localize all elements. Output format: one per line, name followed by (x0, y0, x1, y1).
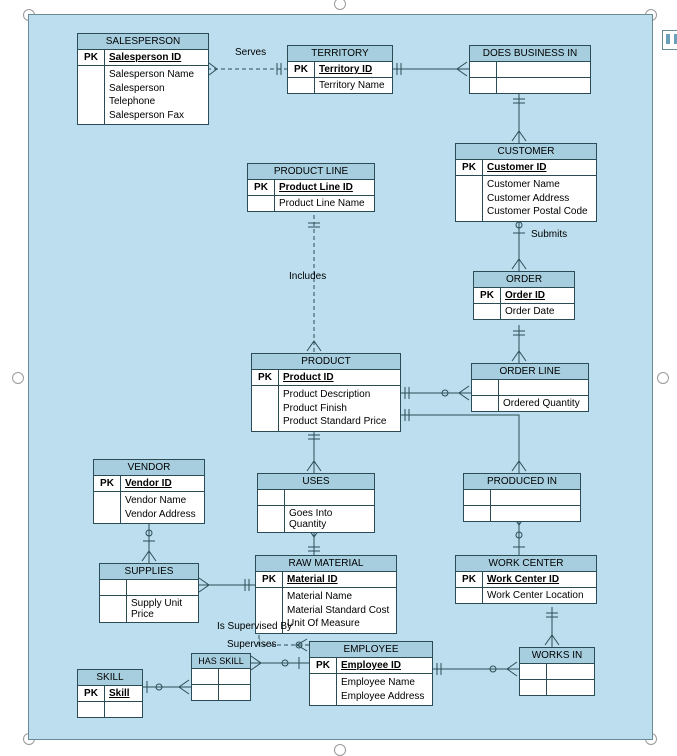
entity-title: USES (258, 474, 374, 490)
entity-title: SUPPLIES (100, 564, 198, 580)
entity-uses[interactable]: USES Goes Into Quantity (257, 473, 375, 533)
entity-title: WORKS IN (520, 648, 594, 664)
pk-attr: Work Center ID (483, 572, 596, 588)
attr: Territory Name (315, 78, 392, 93)
entity-product[interactable]: PRODUCT PKProduct ID Product Description… (251, 353, 401, 432)
entity-does-business-in[interactable]: DOES BUSINESS IN (469, 45, 591, 94)
attr: Ordered Quantity (499, 396, 588, 411)
rel-label-submits: Submits (531, 229, 567, 240)
pk-label: PK (456, 160, 483, 176)
attr-list: Salesperson NameSalesperson TelephoneSal… (105, 66, 208, 124)
entity-employee[interactable]: EMPLOYEE PKEmployee ID Employee NameEmpl… (309, 641, 433, 706)
entity-title: CUSTOMER (456, 144, 596, 160)
entity-title: TERRITORY (288, 46, 392, 62)
pk-label: PK (248, 180, 275, 196)
attr: Supply Unit Price (127, 596, 198, 622)
entity-product-line[interactable]: PRODUCT LINE PKProduct Line ID Product L… (247, 163, 375, 212)
pk-label: PK (288, 62, 315, 78)
attr: Order Date (501, 304, 574, 319)
entity-order-line[interactable]: ORDER LINE Ordered Quantity (471, 363, 589, 412)
entity-title: ORDER LINE (472, 364, 588, 380)
entity-works-in[interactable]: WORKS IN (519, 647, 595, 696)
rel-label-serves: Serves (235, 47, 266, 58)
attr: Goes Into Quantity (285, 506, 374, 532)
attr-list: Material NameMaterial Standard CostUnit … (283, 588, 396, 633)
pk-label: PK (310, 658, 337, 674)
entity-title: RAW MATERIAL (256, 556, 396, 572)
rel-label-is-supervised-by: Is Supervised By (217, 621, 292, 632)
pk-label: PK (256, 572, 283, 588)
pk-attr: Salesperson ID (105, 50, 208, 66)
entity-title: EMPLOYEE (310, 642, 432, 658)
entity-title: WORK CENTER (456, 556, 596, 572)
entity-title: SALESPERSON (78, 34, 208, 50)
entity-title: PRODUCT LINE (248, 164, 374, 180)
side-panel-icon[interactable] (662, 30, 677, 50)
entity-title: VENDOR (94, 460, 204, 476)
rel-label-includes: Includes (289, 271, 326, 282)
diagram-canvas: SALESPERSON PKSalesperson ID Salesperson… (0, 0, 677, 752)
entity-vendor[interactable]: VENDOR PKVendor ID Vendor NameVendor Add… (93, 459, 205, 524)
pk-attr: Product ID (279, 370, 400, 386)
entity-salesperson[interactable]: SALESPERSON PKSalesperson ID Salesperson… (77, 33, 209, 125)
entity-skill[interactable]: SKILL PKSkill (77, 669, 143, 718)
entity-work-center[interactable]: WORK CENTER PKWork Center ID Work Center… (455, 555, 597, 604)
pk-attr: Territory ID (315, 62, 392, 78)
entity-customer[interactable]: CUSTOMER PKCustomer ID Customer NameCust… (455, 143, 597, 222)
pk-label: PK (252, 370, 279, 386)
pk-attr: Material ID (283, 572, 396, 588)
pk-label: PK (78, 686, 105, 702)
entity-supplies[interactable]: SUPPLIES Supply Unit Price (99, 563, 199, 623)
pk-attr: Customer ID (483, 160, 596, 176)
pk-label: PK (456, 572, 483, 588)
attr-list: Product DescriptionProduct FinishProduct… (279, 386, 400, 431)
attr-list: Customer NameCustomer AddressCustomer Po… (483, 176, 596, 221)
pk-attr: Order ID (501, 288, 574, 304)
entity-title: PRODUCT (252, 354, 400, 370)
selection-handle-icon (12, 372, 24, 384)
pk-label: PK (94, 476, 121, 492)
attr: Product Line Name (275, 196, 374, 211)
pk-attr: Vendor ID (121, 476, 204, 492)
entity-title: HAS SKILL (192, 654, 250, 669)
entity-produced-in[interactable]: PRODUCED IN (463, 473, 581, 522)
entity-title: DOES BUSINESS IN (470, 46, 590, 62)
attr: Work Center Location (483, 588, 596, 603)
entity-title: ORDER (474, 272, 574, 288)
attr-list: Employee NameEmployee Address (337, 674, 432, 705)
entity-territory[interactable]: TERRITORY PKTerritory ID Territory Name (287, 45, 393, 94)
pk-attr: Skill (105, 686, 142, 702)
entity-order[interactable]: ORDER PKOrder ID Order Date (473, 271, 575, 320)
pk-label: PK (474, 288, 501, 304)
entity-title: SKILL (78, 670, 142, 686)
attr-list: Vendor NameVendor Address (121, 492, 204, 523)
selection-handle-icon (334, 744, 346, 756)
entity-title: PRODUCED IN (464, 474, 580, 490)
selection-handle-icon (334, 0, 346, 10)
er-diagram: SALESPERSON PKSalesperson ID Salesperson… (28, 14, 653, 740)
entity-has-skill[interactable]: HAS SKILL (191, 653, 251, 701)
pk-label: PK (78, 50, 105, 66)
rel-label-supervises: Supervises (227, 639, 276, 650)
selection-handle-icon (657, 372, 669, 384)
pk-attr: Employee ID (337, 658, 432, 674)
pk-attr: Product Line ID (275, 180, 374, 196)
